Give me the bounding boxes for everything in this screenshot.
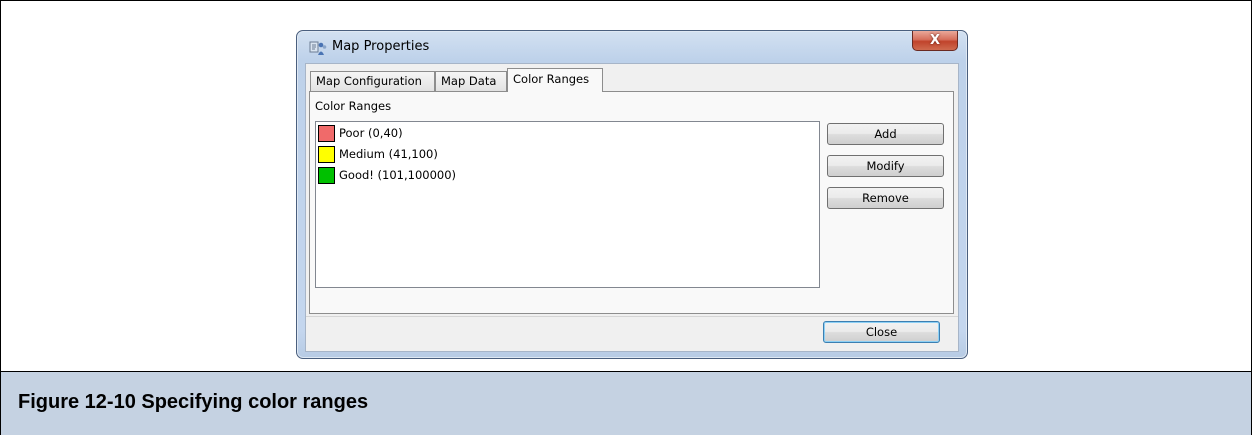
window-title: Map Properties bbox=[332, 39, 430, 54]
remove-button[interactable]: Remove bbox=[827, 187, 944, 209]
color-swatch bbox=[318, 145, 335, 163]
caption-bar: Figure 12-10 Specifying color ranges bbox=[1, 371, 1251, 435]
add-button[interactable]: Add bbox=[827, 123, 944, 145]
footer-separator bbox=[306, 316, 958, 317]
modify-button[interactable]: Modify bbox=[827, 155, 944, 177]
figure-image-area: Map Properties X Map Configuration Map D… bbox=[1, 1, 1251, 371]
color-swatch bbox=[318, 124, 335, 142]
color-ranges-list[interactable]: Poor (0,40) Medium (41,100) Good! (101,1… bbox=[315, 121, 820, 288]
tab-map-data[interactable]: Map Data bbox=[435, 71, 507, 91]
range-label: Good! (101,100000) bbox=[339, 168, 457, 182]
color-swatch bbox=[318, 166, 335, 184]
color-ranges-label: Color Ranges bbox=[315, 99, 392, 113]
figure-frame: Map Properties X Map Configuration Map D… bbox=[0, 0, 1252, 435]
app-icon bbox=[309, 41, 327, 55]
tab-color-ranges[interactable]: Color Ranges bbox=[507, 68, 603, 92]
title-bar[interactable]: Map Properties X bbox=[297, 31, 967, 63]
list-item[interactable]: Poor (0,40) bbox=[318, 124, 403, 142]
tab-map-configuration[interactable]: Map Configuration bbox=[310, 71, 435, 91]
close-icon: X bbox=[929, 33, 941, 48]
close-button[interactable]: Close bbox=[823, 321, 940, 343]
color-ranges-panel: Color Ranges Poor (0,40) Medium (41,100) bbox=[309, 91, 954, 314]
figure-caption: Figure 12-10 Specifying color ranges bbox=[18, 391, 369, 413]
list-item[interactable]: Good! (101,100000) bbox=[318, 166, 456, 184]
range-label: Poor (0,40) bbox=[339, 126, 403, 140]
close-window-button[interactable]: X bbox=[912, 31, 958, 51]
list-item[interactable]: Medium (41,100) bbox=[318, 145, 438, 163]
map-properties-dialog: Map Properties X Map Configuration Map D… bbox=[296, 30, 968, 359]
range-label: Medium (41,100) bbox=[339, 147, 438, 161]
dialog-client-area: Map Configuration Map Data Color Ranges … bbox=[305, 63, 959, 352]
